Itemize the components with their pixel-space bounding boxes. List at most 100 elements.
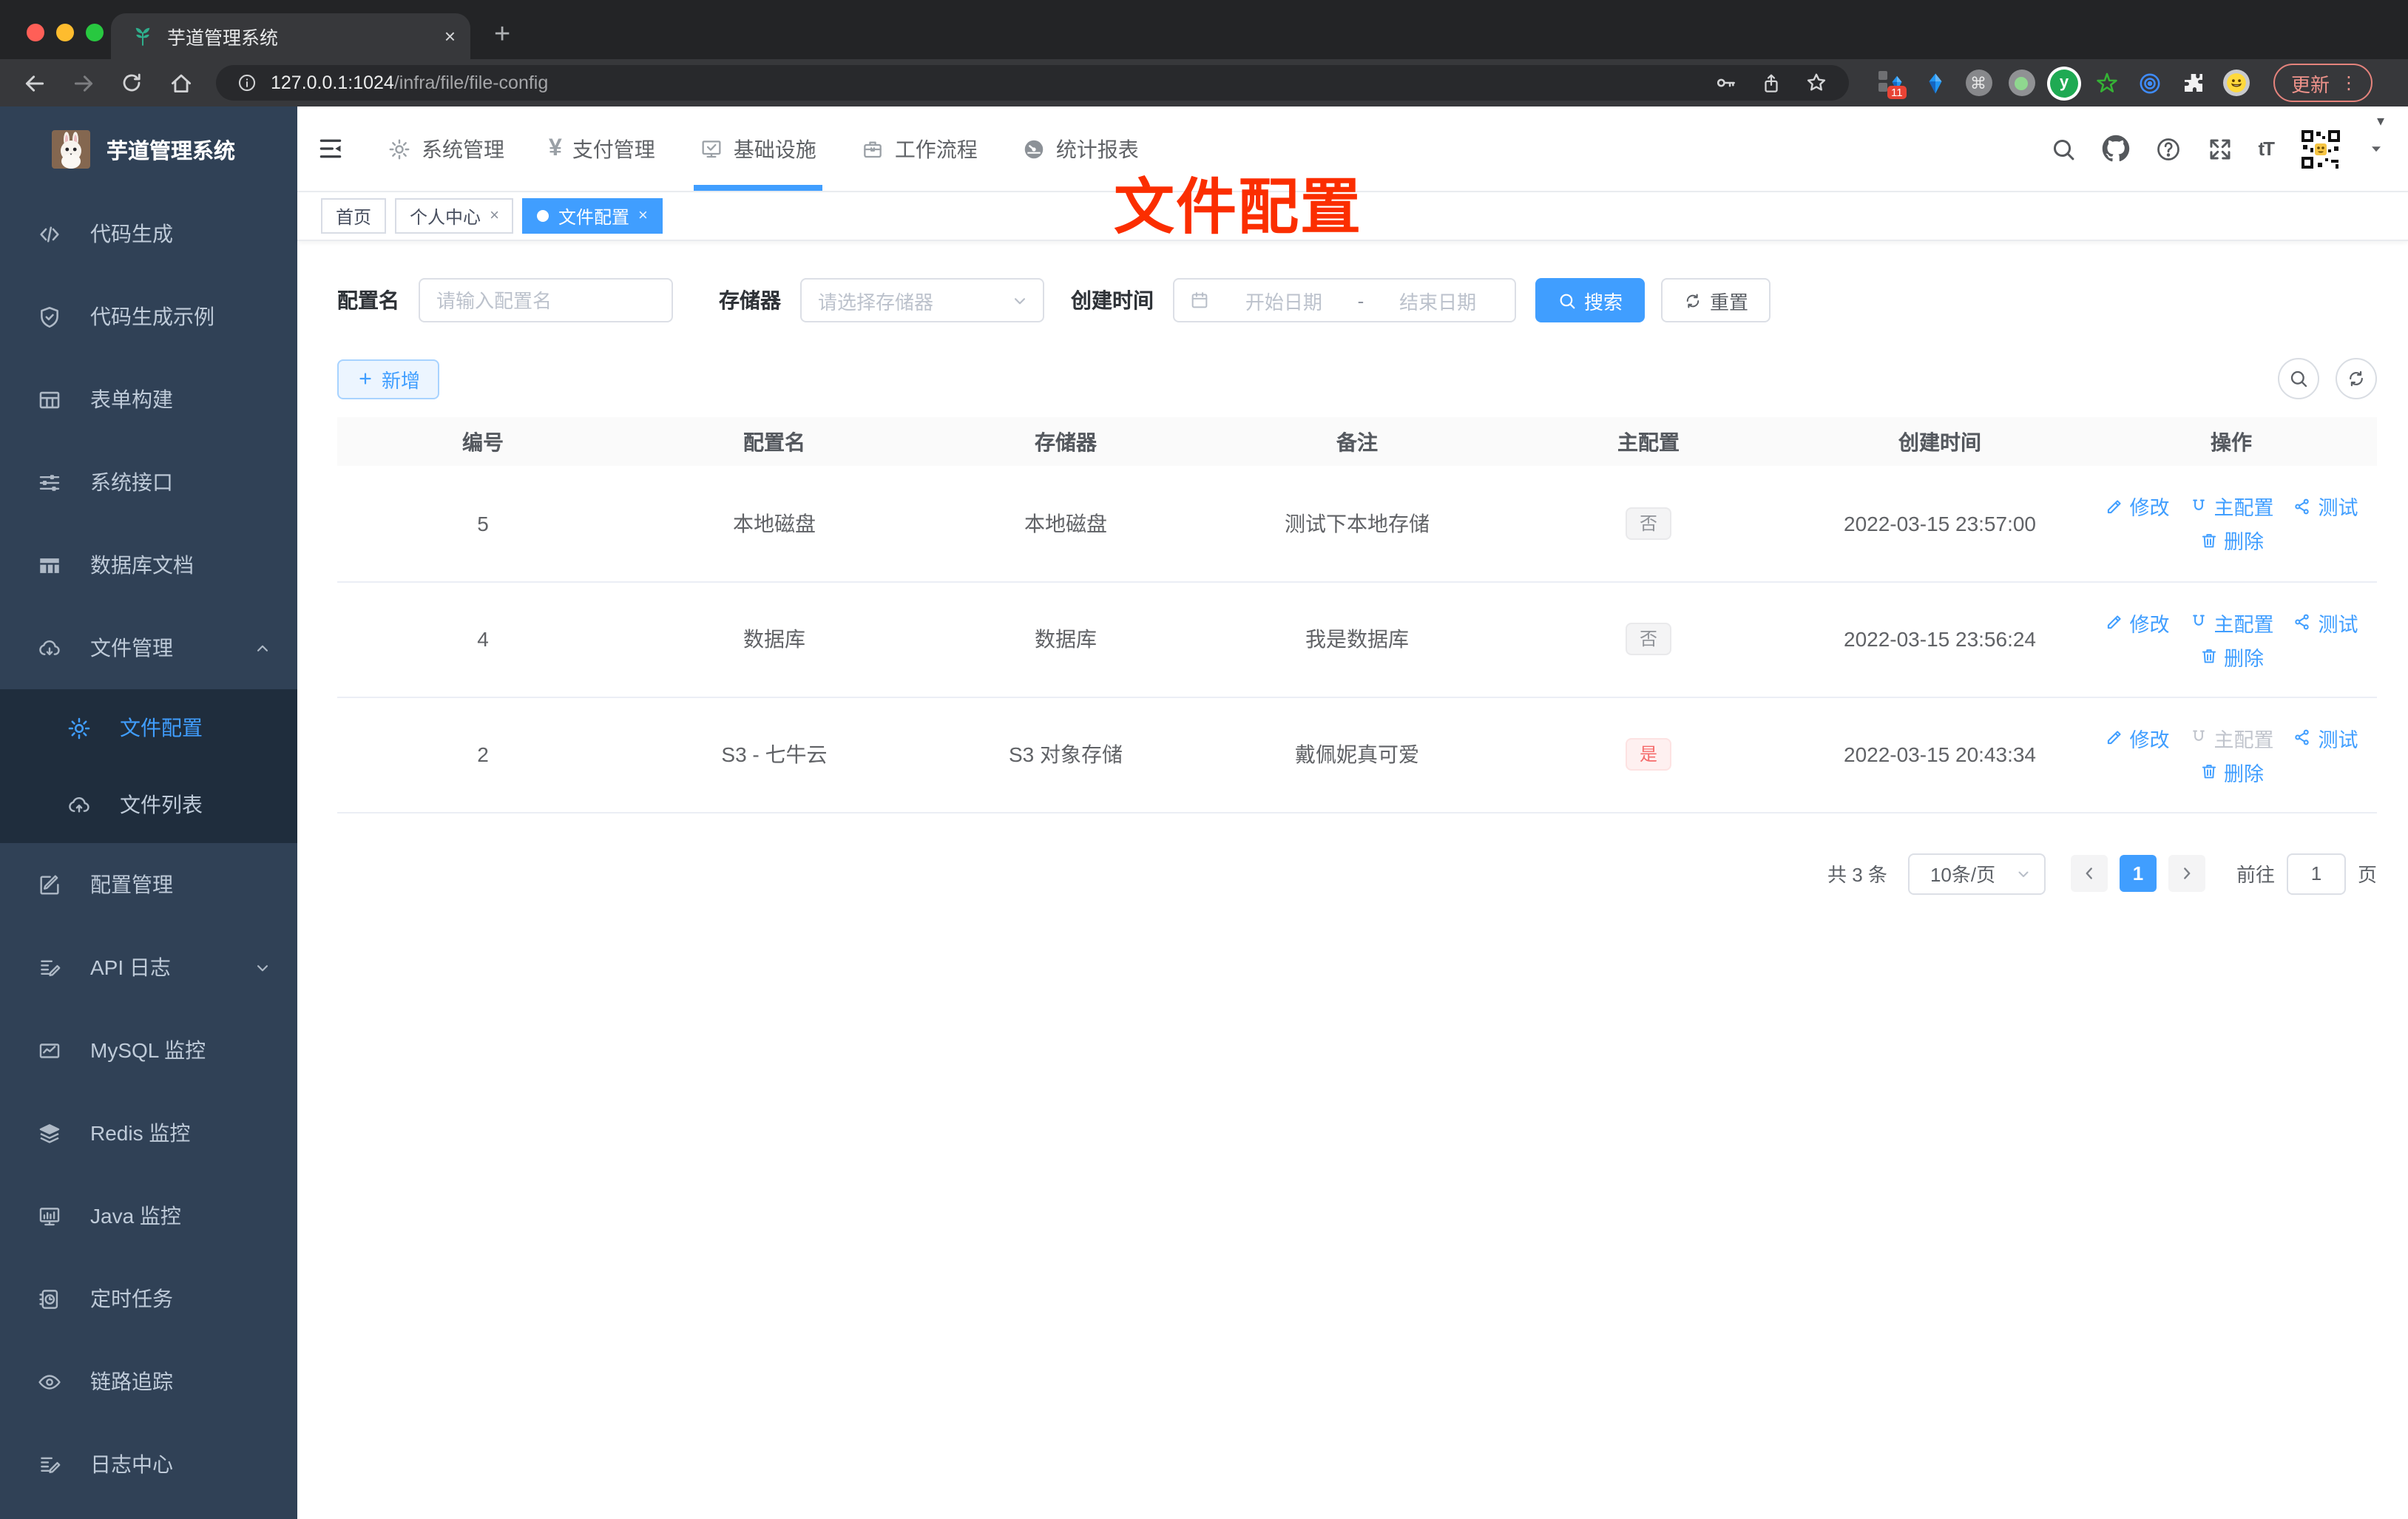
command-extension-icon[interactable]: ⌘ <box>1964 69 1992 97</box>
close-icon[interactable]: × <box>638 207 648 225</box>
help-icon[interactable] <box>2154 135 2181 162</box>
sidebar-item-mysql-monitor[interactable]: MySQL 监控 <box>0 1009 297 1092</box>
row-actions: 修改 主配置 测试 删除 <box>2086 723 2377 786</box>
zoom-window-button[interactable] <box>86 24 104 41</box>
delete-link[interactable]: 删除 <box>2199 526 2264 555</box>
config-name-input[interactable] <box>419 278 673 322</box>
delete-link[interactable]: 删除 <box>2199 757 2264 786</box>
nav-item-reports[interactable]: 统计报表 <box>1000 106 1161 191</box>
star-extension-icon[interactable] <box>2093 69 2121 97</box>
page-size-select[interactable]: 10条/页 <box>1907 853 2046 894</box>
sidebar-item-config-management[interactable]: 配置管理 <box>0 843 297 926</box>
caret-down-icon[interactable] <box>2368 141 2384 157</box>
storage-select[interactable]: 请选择存储器 <box>800 278 1044 322</box>
edit-link[interactable]: 修改 <box>2105 492 2170 521</box>
test-link[interactable]: 测试 <box>2293 607 2358 637</box>
sidebar-item-log-center[interactable]: 日志中心 <box>0 1423 297 1506</box>
github-icon[interactable] <box>2101 135 2129 163</box>
forward-icon[interactable] <box>64 64 102 102</box>
col-remark: 备注 <box>1211 417 1503 466</box>
page-number-button[interactable]: 1 <box>2119 855 2157 892</box>
nav-item-workflow[interactable]: 工作流程 <box>839 106 1000 191</box>
sidebar-item-api-log[interactable]: API 日志 <box>0 926 297 1009</box>
edit-square-icon <box>37 872 62 897</box>
code-icon <box>37 221 62 246</box>
test-link[interactable]: 测试 <box>2293 723 2358 752</box>
eye-extension-icon[interactable] <box>2136 69 2164 97</box>
share-icon <box>2293 728 2313 747</box>
sidebar-item-code-gen-demo[interactable]: 代码生成示例 <box>0 275 297 358</box>
nav-item-infrastructure[interactable]: 基础设施 <box>677 106 839 191</box>
font-size-icon[interactable]: tT <box>2258 138 2275 160</box>
sidebar-item-scheduled-tasks[interactable]: 定时任务 <box>0 1257 297 1340</box>
sidebar-item-file-config[interactable]: 文件配置 <box>0 689 297 766</box>
add-button[interactable]: 新增 <box>337 359 440 399</box>
edit-link[interactable]: 修改 <box>2105 607 2170 637</box>
delete-link[interactable]: 删除 <box>2199 641 2264 671</box>
more-menu-icon: ⋮ <box>2340 72 2358 93</box>
sidebar-item-java-monitor[interactable]: Java 监控 <box>0 1174 297 1257</box>
reload-icon[interactable] <box>112 64 151 102</box>
table-toolbar: 新增 <box>337 358 2377 399</box>
emoji-profile-icon[interactable] <box>2222 69 2250 97</box>
cell-created: 2022-03-15 23:56:24 <box>1794 581 2086 697</box>
sidebar-item-tracing[interactable]: 链路追踪 <box>0 1340 297 1423</box>
sidebar-logo[interactable]: 芋道管理系统 <box>0 106 297 192</box>
user-avatar[interactable] <box>2299 126 2343 171</box>
fullscreen-icon[interactable] <box>2206 135 2233 162</box>
refresh-table-button[interactable] <box>2336 358 2377 399</box>
tag-file-config[interactable]: 文件配置 × <box>522 198 663 234</box>
sidebar-item-file-management[interactable]: 文件管理 <box>0 606 297 689</box>
sidebar-fold-icon[interactable] <box>317 135 345 163</box>
show-search-button[interactable] <box>2278 358 2319 399</box>
browser-chrome: 芋道管理系统 × + 127.0.0.1:1024/infra/file/fil… <box>0 0 2408 106</box>
overflow-caret-icon[interactable]: ▾ <box>2377 114 2384 130</box>
y-extension-icon[interactable]: y <box>2050 69 2078 97</box>
close-window-button[interactable] <box>27 24 44 41</box>
col-created: 创建时间 <box>1794 417 2086 466</box>
goto-page-input[interactable] <box>2286 853 2346 894</box>
tab-close-icon[interactable]: × <box>444 25 456 47</box>
sidebar-item-code-gen[interactable]: 代码生成 <box>0 192 297 275</box>
table-tools <box>2278 358 2377 399</box>
nav-item-payment[interactable]: ¥ 支付管理 <box>527 106 677 191</box>
kite-extension-icon[interactable] <box>1921 69 1949 97</box>
sidebar-item-redis-monitor[interactable]: Redis 监控 <box>0 1092 297 1174</box>
browser-tab[interactable]: 芋道管理系统 × <box>111 13 470 59</box>
close-icon[interactable]: × <box>490 207 499 225</box>
sidebar-item-system-api[interactable]: 系统接口 <box>0 441 297 524</box>
window-controls <box>27 24 104 41</box>
master-config-link[interactable]: 主配置 <box>2189 492 2274 521</box>
sidebar-item-db-doc[interactable]: 数据库文档 <box>0 524 297 606</box>
prev-page-button[interactable] <box>2070 855 2108 892</box>
nav-item-system[interactable]: 系统管理 <box>365 106 527 191</box>
site-info-icon[interactable] <box>237 72 257 93</box>
edit-link[interactable]: 修改 <box>2105 723 2170 752</box>
minimize-window-button[interactable] <box>56 24 74 41</box>
home-icon[interactable] <box>161 64 200 102</box>
sidebar-item-form-builder[interactable]: 表单构建 <box>0 358 297 441</box>
create-time-range-picker[interactable]: 开始日期 - 结束日期 <box>1173 278 1516 322</box>
pencil-icon <box>2105 728 2124 747</box>
test-link[interactable]: 测试 <box>2293 492 2358 521</box>
search-icon[interactable] <box>2049 135 2076 162</box>
master-config-link[interactable]: 主配置 <box>2189 607 2274 637</box>
tag-home[interactable]: 首页 <box>321 198 387 234</box>
calendar-icon <box>1189 290 1210 311</box>
puzzle-extensions-icon[interactable] <box>2179 69 2207 97</box>
recorder-extension-icon[interactable] <box>2007 69 2035 97</box>
share-icon[interactable] <box>1760 72 1782 94</box>
next-page-button[interactable] <box>2168 855 2205 892</box>
reset-button[interactable]: 重置 <box>1661 278 1771 322</box>
back-icon[interactable] <box>15 64 53 102</box>
bookmark-star-icon[interactable] <box>1805 71 1828 95</box>
browser-update-button[interactable]: 更新 ⋮ <box>2273 64 2373 102</box>
new-tab-button[interactable]: + <box>494 19 510 52</box>
url-bar[interactable]: 127.0.0.1:1024/infra/file/file-config <box>216 65 1849 101</box>
tag-profile[interactable]: 个人中心 × <box>395 198 514 234</box>
sidebar-item-file-list[interactable]: 文件列表 <box>0 766 297 843</box>
password-key-icon[interactable] <box>1714 71 1738 95</box>
search-button[interactable]: 搜索 <box>1535 278 1646 322</box>
tab-manager-extension-icon[interactable]: 11 <box>1878 69 1907 99</box>
row-actions: 修改 主配置 测试 删除 <box>2086 607 2377 671</box>
